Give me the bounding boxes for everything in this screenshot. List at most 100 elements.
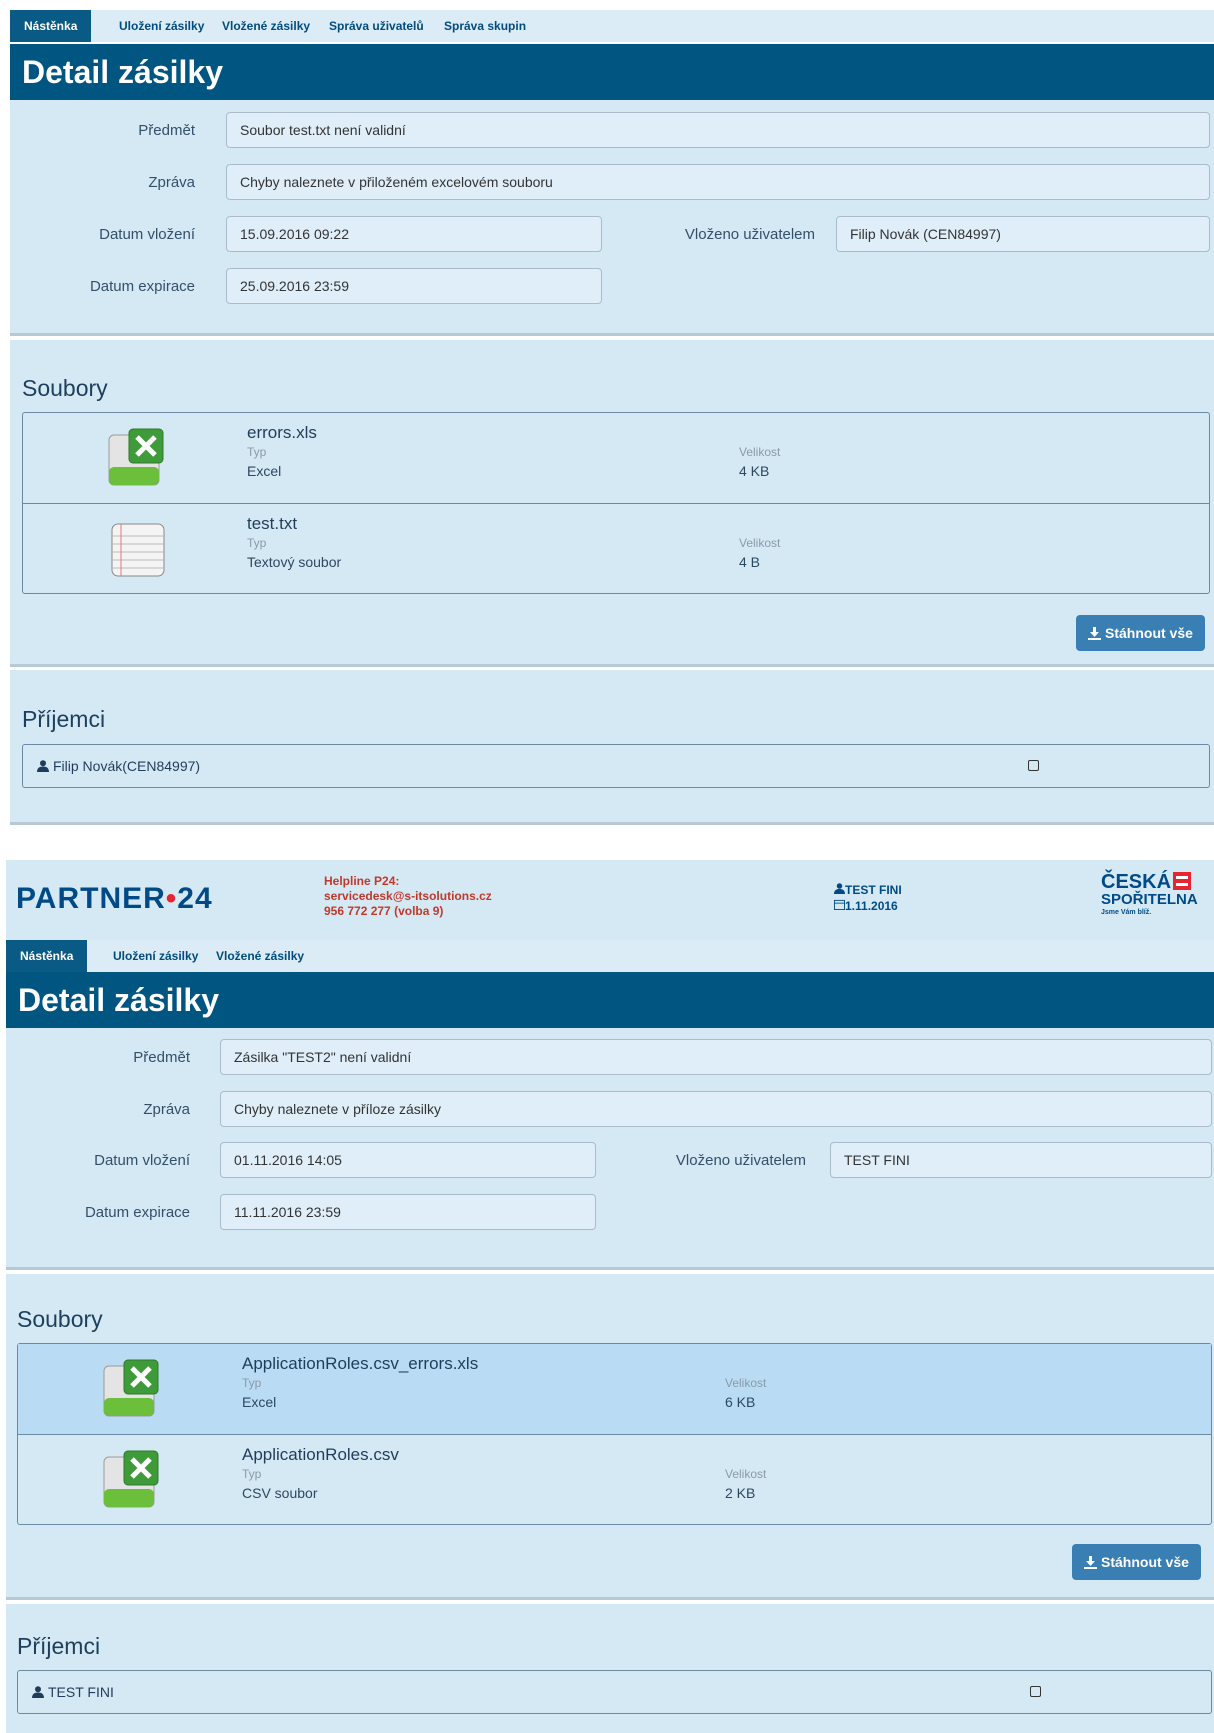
detail-panel: Předmět Soubor test.txt není validní Zpr… (10, 100, 1214, 336)
file-type: Excel (247, 463, 282, 479)
text-file-icon (111, 523, 165, 577)
file-row[interactable]: ApplicationRoles.csv_errors.xls Typ Exce… (18, 1344, 1211, 1434)
inserted-by-field[interactable]: Filip Novák (CEN84997) (836, 216, 1210, 252)
file-size: 6 KB (725, 1394, 756, 1410)
excel-icon (108, 428, 164, 486)
message-field[interactable]: Chyby naleznete v příloze zásilky (220, 1091, 1212, 1127)
file-name[interactable]: ApplicationRoles.csv_errors.xls (242, 1354, 478, 1374)
recipient-name: Filip Novák(CEN84997) (37, 758, 200, 774)
expiry-date-field[interactable]: 25.09.2016 23:59 (226, 268, 602, 304)
helpline-info: Helpline P24: servicedesk@s-itsolutions.… (324, 874, 492, 919)
recipient-name: TEST FINI (32, 1684, 114, 1700)
inserted-date-field[interactable]: 15.09.2016 09:22 (226, 216, 602, 252)
files-title: Soubory (22, 375, 108, 401)
files-panel: Soubory errors.xls Typ Excel Velikost 4 … (10, 340, 1214, 667)
inserted-date-label: Datum vložení (99, 226, 195, 243)
file-size-label: Velikost (739, 536, 781, 550)
expiry-date-label: Datum expirace (89, 278, 195, 295)
file-list: errors.xls Typ Excel Velikost 4 KB test.… (22, 412, 1210, 594)
recipient-checkbox[interactable] (1030, 1686, 1041, 1697)
helpline-email[interactable]: servicedesk@s-itsolutions.cz (324, 889, 492, 904)
subject-label: Předmět (138, 122, 195, 139)
tab-dashboard[interactable]: Nástěnka (6, 940, 88, 972)
tab-inserted-shipments[interactable]: Vložené zásilky (216, 940, 304, 972)
file-name[interactable]: ApplicationRoles.csv (242, 1445, 399, 1465)
current-user: TEST FINI (834, 882, 902, 898)
recipients-title: Příjemci (22, 706, 106, 732)
expiry-date-label: Datum expirace (84, 1204, 190, 1221)
helpline-title: Helpline P24: (324, 874, 400, 888)
inserted-by-label: Vloženo uživatelem (675, 1152, 806, 1169)
file-list: ApplicationRoles.csv_errors.xls Typ Exce… (17, 1343, 1212, 1525)
file-row[interactable]: errors.xls Typ Excel Velikost 4 KB (23, 413, 1209, 503)
bank-name-line1: ČESKÁ (1101, 872, 1198, 892)
bank-emblem-icon (1173, 872, 1192, 890)
file-size: 2 KB (725, 1485, 756, 1501)
tab-inserted-shipments[interactable]: Vložené zásilky (222, 10, 310, 42)
detail-panel: Předmět Zásilka "TEST2" není validní Zpr… (6, 1028, 1214, 1270)
inserted-date-label: Datum vložení (94, 1152, 190, 1169)
file-row[interactable]: ApplicationRoles.csv Typ CSV soubor Veli… (18, 1434, 1211, 1524)
bank-name-line2: SPOŘITELNA (1101, 891, 1198, 908)
tab-dashboard[interactable]: Nástěnka (10, 10, 92, 42)
screen-2: PARTNER•24 Helpline P24: servicedesk@s-i… (0, 860, 1214, 1733)
tab-group-management[interactable]: Správa skupin (444, 10, 526, 42)
title-bar: Detail zásilky (6, 972, 1214, 1028)
subject-label: Předmět (133, 1049, 190, 1066)
bank-slogan: Jsme Vám blíž. (1101, 909, 1152, 916)
subject-field[interactable]: Zásilka "TEST2" není validní (220, 1039, 1212, 1075)
file-size-label: Velikost (725, 1467, 767, 1481)
file-type-label: Typ (242, 1376, 262, 1390)
current-date: 1.11.2016 (834, 898, 902, 914)
title-bar: Detail zásilky (10, 44, 1214, 100)
file-type: CSV soubor (242, 1485, 318, 1501)
user-icon (32, 1686, 44, 1698)
download-icon (1088, 627, 1101, 640)
file-row[interactable]: test.txt Typ Textový soubor Velikost 4 B (23, 503, 1209, 593)
download-all-button[interactable]: Stáhnout vše (1076, 615, 1205, 651)
file-type-label: Typ (247, 445, 267, 459)
page-title: Detail zásilky (22, 54, 223, 90)
partner24-logo: PARTNER•24 (16, 882, 213, 915)
inserted-by-field[interactable]: TEST FINI (830, 1142, 1212, 1178)
subject-field[interactable]: Soubor test.txt není validní (226, 112, 1210, 148)
download-all-label: Stáhnout vše (1105, 625, 1193, 641)
message-label: Zpráva (148, 174, 195, 191)
excel-icon (103, 1450, 159, 1508)
screen-1: Nástěnka Uložení zásilky Vložené zásilky… (0, 0, 1214, 830)
recipient-row: Filip Novák(CEN84997) (22, 744, 1210, 788)
file-name[interactable]: errors.xls (247, 423, 317, 443)
recipients-panel: Příjemci TEST FINI (6, 1604, 1214, 1733)
file-size: 4 B (739, 554, 761, 570)
message-field[interactable]: Chyby naleznete v přiloženém excelovém s… (226, 164, 1210, 200)
main-nav: Nástěnka Uložení zásilky Vložené zásilky (6, 940, 1214, 972)
user-icon (37, 760, 49, 772)
helpline-phone: 956 772 277 (volba 9) (324, 904, 444, 918)
inserted-by-label: Vloženo uživatelem (684, 226, 815, 243)
inserted-date-field[interactable]: 01.11.2016 14:05 (220, 1142, 596, 1178)
user-info: TEST FINI 1.11.2016 (834, 882, 902, 914)
download-icon (1084, 1556, 1097, 1569)
user-icon (834, 883, 845, 894)
tab-user-management[interactable]: Správa uživatelů (329, 10, 424, 42)
main-nav: Nástěnka Uložení zásilky Vložené zásilky… (10, 10, 1214, 42)
file-size-label: Velikost (725, 1376, 767, 1390)
file-size-label: Velikost (739, 445, 781, 459)
download-all-button[interactable]: Stáhnout vše (1072, 1544, 1201, 1580)
files-title: Soubory (17, 1306, 103, 1332)
recipient-checkbox[interactable] (1028, 760, 1039, 771)
expiry-date-field[interactable]: 11.11.2016 23:59 (220, 1194, 596, 1230)
tab-upload-shipment[interactable]: Uložení zásilky (119, 10, 204, 42)
recipients-panel: Příjemci Filip Novák(CEN84997) (10, 670, 1214, 825)
download-all-label: Stáhnout vše (1101, 1554, 1189, 1570)
excel-icon (103, 1359, 159, 1417)
app-header: PARTNER•24 Helpline P24: servicedesk@s-i… (6, 860, 1214, 943)
files-panel: Soubory ApplicationRoles.csv_errors.xls … (6, 1274, 1214, 1600)
page-title: Detail zásilky (18, 982, 219, 1018)
file-name[interactable]: test.txt (247, 514, 297, 534)
recipients-title: Příjemci (17, 1633, 101, 1659)
tab-upload-shipment[interactable]: Uložení zásilky (113, 940, 198, 972)
message-label: Zpráva (143, 1101, 190, 1118)
file-type-label: Typ (247, 536, 267, 550)
file-type-label: Typ (242, 1467, 262, 1481)
